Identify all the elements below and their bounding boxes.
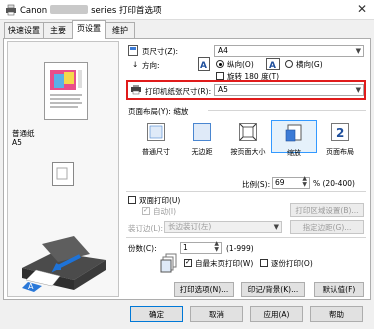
scale-input[interactable]: 69 ▲ ▼ (272, 176, 310, 189)
divider (208, 110, 366, 111)
layout-fit-label: 按页面大小 (230, 148, 266, 156)
printer-paper-select[interactable]: A5 ▼ (214, 84, 364, 96)
rotate-180-checkbox[interactable] (216, 72, 224, 80)
stamp-background-button[interactable]: 印记/背景(K)... (241, 282, 305, 297)
staple-side-value: 长边装订(左) (168, 222, 212, 231)
fit-to-page-icon (239, 123, 257, 141)
layout-scaled-label: 缩放 (287, 149, 301, 157)
tab-maintenance[interactable]: 维护 (105, 22, 135, 38)
tab-page-setup[interactable]: 页设置 (72, 20, 106, 39)
portrait-icon: A (198, 57, 210, 71)
window-title: Canon series 打印首选项 (20, 4, 162, 16)
tab-quick-setup[interactable]: 快速设置 (4, 22, 44, 38)
title-suffix: series 打印首选项 (91, 6, 162, 16)
page-size-label: 页尺寸(Z): (142, 47, 179, 56)
title-prefix: Canon (20, 6, 48, 16)
svg-text:A: A (28, 282, 34, 291)
borderless-icon (193, 123, 211, 141)
page-size-icon (128, 45, 138, 56)
printer-paper-label: 打印机纸张尺寸(R): (145, 87, 212, 96)
duplex-label[interactable]: 双面打印(U) (139, 195, 180, 206)
landscape-label[interactable]: 横向(G) (296, 59, 323, 70)
output-paper-icon (52, 162, 74, 186)
print-area-button[interactable]: 打印区域设置(B)... (290, 203, 364, 217)
apply-button[interactable]: 应用(A) (250, 306, 303, 322)
specify-margin-button[interactable]: 指定边距(G)... (290, 220, 364, 234)
copies-value: 1 (183, 243, 188, 252)
layout-page-layout[interactable]: 2 页面布局 (317, 123, 363, 157)
preview-pane: 普通纸 A5 A (7, 41, 119, 297)
title-bar: Canon series 打印首选项 ✕ (0, 0, 374, 20)
auto-duplex-checkbox[interactable] (142, 206, 150, 215)
printer-paper-value: A5 (218, 85, 228, 94)
staple-side-label: 装订边(L): (128, 224, 164, 233)
blurred-model-name (50, 5, 89, 14)
help-button[interactable]: 帮助 (310, 306, 363, 322)
staple-side-select[interactable]: 长边装订(左) ▼ (164, 221, 282, 233)
printer-icon (6, 4, 16, 16)
orientation-arrow-icon: ↓ (132, 60, 139, 69)
layout-fit-to-page[interactable]: 按页面大小 (225, 123, 271, 157)
page-size-select[interactable]: A4 ▼ (214, 45, 364, 57)
svg-text:A: A (200, 61, 207, 71)
copies-label: 份数(C): (128, 244, 157, 253)
chevron-down-icon: ▼ (355, 86, 361, 94)
page-setup-panel: 普通纸 A5 A 页尺寸(Z): A4 ▼ ↓ 方向: A 纵向(O) A 横向… (3, 38, 371, 300)
collate-checkbox[interactable] (260, 259, 268, 267)
scaled-icon (285, 124, 302, 142)
collate-label[interactable]: 逐份打印(O) (271, 258, 313, 269)
divider (126, 191, 366, 192)
tab-main[interactable]: 主要 (43, 22, 73, 38)
layout-borderless[interactable]: 无边距 (179, 123, 225, 157)
chevron-down-icon: ▼ (355, 47, 361, 55)
chevron-down-icon: ▼ (273, 223, 279, 231)
normal-size-icon (147, 123, 165, 141)
page-size-value: A4 (218, 46, 228, 55)
portrait-radio[interactable] (216, 60, 224, 68)
copies-range: (1-999) (226, 244, 254, 253)
page-layout-icon: 2 (331, 123, 349, 141)
printer-paper-icon (131, 85, 141, 95)
reverse-order-label[interactable]: 自最末页打印(W) (195, 258, 253, 269)
landscape-icon: A (266, 58, 280, 70)
spinner-icon[interactable]: ▲ ▼ (302, 176, 307, 188)
scale-label: 比例(S): (242, 180, 271, 189)
close-icon[interactable]: ✕ (357, 2, 367, 16)
layout-borderless-label: 无边距 (191, 148, 213, 156)
landscape-radio[interactable] (285, 60, 293, 68)
svg-text:A: A (269, 61, 276, 70)
preview-paper-size: A5 (12, 138, 22, 147)
layout-normal-label: 普通尺寸 (142, 148, 170, 156)
auto-duplex-label[interactable]: 自动(I) (153, 206, 176, 217)
defaults-button[interactable]: 默认值(F) (314, 282, 364, 297)
reverse-order-checkbox[interactable] (184, 258, 192, 267)
page-layout-label: 页面布局(Y): 缩放 (128, 107, 189, 116)
scale-range: % (20-400) (313, 179, 355, 188)
spinner-icon[interactable]: ▲ ▼ (214, 241, 219, 253)
portrait-label[interactable]: 纵向(O) (227, 59, 254, 70)
cancel-button[interactable]: 取消 (190, 306, 243, 322)
copies-stack-icon (160, 253, 177, 273)
duplex-checkbox[interactable] (128, 196, 136, 204)
ok-button[interactable]: 确定 (130, 306, 183, 322)
copies-input[interactable]: 1 ▲ ▼ (180, 241, 222, 254)
svg-text:2: 2 (336, 126, 344, 140)
layout-page-layout-label: 页面布局 (326, 148, 354, 156)
printer-illustration-icon: A (22, 236, 106, 292)
print-options-button[interactable]: 打印选项(N)... (174, 282, 234, 297)
orientation-label: 方向: (142, 61, 160, 70)
layout-normal-size[interactable]: 普通尺寸 (133, 123, 179, 157)
divider (126, 237, 366, 238)
page-preview-icon (44, 62, 88, 120)
layout-scaled[interactable]: 缩放 (271, 120, 317, 157)
scale-value: 69 (275, 178, 285, 187)
